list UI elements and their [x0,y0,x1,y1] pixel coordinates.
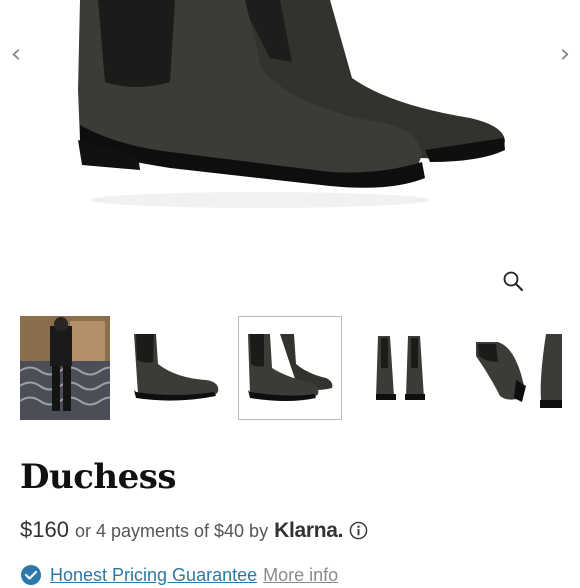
thumbnail-5[interactable] [470,316,580,420]
chevron-left-icon[interactable]: ‹ [4,36,28,72]
pricing-guarantee-row: Honest Pricing Guarantee More info [20,562,338,588]
product-title: Duchess [20,457,177,497]
boot-main-image [78,0,505,208]
price-row: $160 or 4 payments of $40 by Klarna. [20,517,368,547]
thumbnail-1[interactable] [20,316,124,420]
more-info-link[interactable]: More info [263,565,338,586]
honest-pricing-guarantee-link[interactable]: Honest Pricing Guarantee [50,565,257,586]
thumbnail-2[interactable] [126,316,230,420]
thumbnail-3-selected[interactable] [238,316,342,420]
zoom-icon[interactable] [501,269,525,293]
klarna-logo: Klarna. [274,519,344,542]
chevron-right-icon[interactable]: › [553,36,577,72]
installment-text: or 4 payments of $40 by [74,521,269,541]
thumbnail-4[interactable] [350,316,454,420]
check-circle-icon [21,565,41,585]
product-price: $160 [20,517,69,542]
product-hero-image[interactable]: ‹ › [0,0,580,300]
thumbnail-strip [0,316,580,422]
info-icon[interactable] [349,521,368,540]
